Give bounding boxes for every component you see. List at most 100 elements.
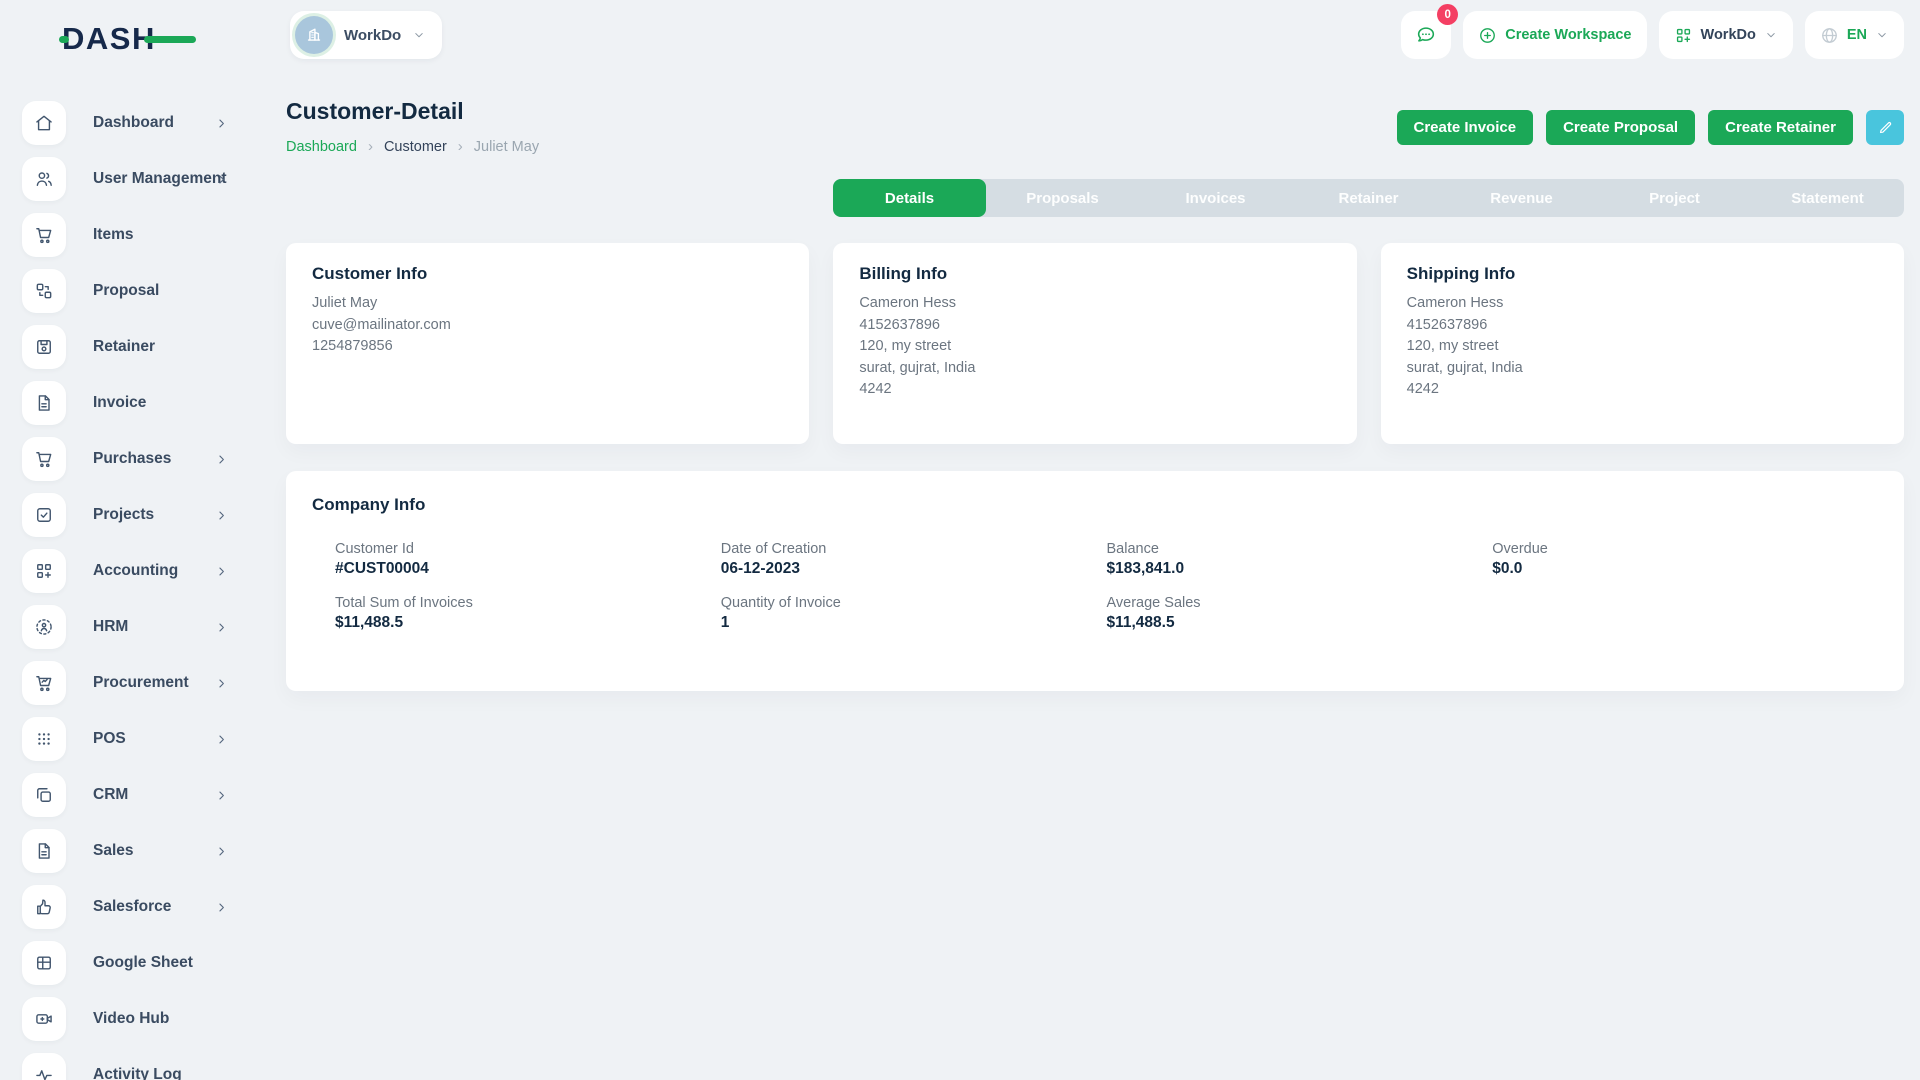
shipping-info-card: Shipping InfoCameron Hess4152637896120, … [1381, 243, 1904, 444]
sidebar-item-retainer[interactable]: Retainer [0, 319, 260, 375]
sidebar-item-accounting[interactable]: Accounting [0, 543, 260, 599]
sidebar-item-activity-log[interactable]: Activity Log [0, 1047, 260, 1080]
customer-info-card: Customer InfoJuliet Maycuve@mailinator.c… [286, 243, 809, 444]
sidebar-item-pos[interactable]: POS [0, 711, 260, 767]
sidebar-item-sales[interactable]: Sales [0, 823, 260, 879]
sidebar-item-label: Activity Log [93, 1066, 182, 1080]
sidebar-item-items[interactable]: Items [0, 207, 260, 263]
field-label: Total Sum of Invoices [335, 595, 721, 611]
company-field-quantity-of-invoice: Quantity of Invoice1 [721, 595, 1107, 632]
sidebar-item-label: Projects [93, 506, 154, 524]
create-retainer-button[interactable]: Create Retainer [1708, 110, 1853, 145]
tab-statement[interactable]: Statement [1751, 179, 1904, 217]
company-field-total-sum-of-invoices: Total Sum of Invoices $11,488.5 [335, 595, 721, 632]
person-dashed-icon [22, 605, 66, 649]
chevron-right-icon [214, 508, 229, 523]
sidebar-item-dashboard[interactable]: Dashboard [0, 95, 260, 151]
sidebar-item-label: HRM [93, 618, 128, 636]
sidebar-item-hrm[interactable]: HRM [0, 599, 260, 655]
sidebar-item-invoice[interactable]: Invoice [0, 375, 260, 431]
tab-details[interactable]: Details [833, 179, 986, 217]
chevron-down-icon [1764, 28, 1778, 42]
sidebar-item-user-management[interactable]: User Management [0, 151, 260, 207]
breadcrumb-item-dashboard[interactable]: Dashboard [286, 139, 357, 155]
chevron-right-icon [214, 116, 229, 131]
sidebar-item-projects[interactable]: Projects [0, 487, 260, 543]
company-info-card: Company Info Customer Id#CUST00004Date o… [286, 471, 1904, 691]
company-field-date-of-creation: Date of Creation06-12-2023 [721, 541, 1107, 578]
field-value: 1 [721, 614, 1107, 632]
tab-invoices[interactable]: Invoices [1139, 179, 1292, 217]
field-value: $11,488.5 [335, 614, 721, 632]
sidebar-item-label: Google Sheet [93, 954, 193, 972]
chevron-right-icon [214, 844, 229, 859]
tab-project[interactable]: Project [1598, 179, 1751, 217]
card-line: Cameron Hess [859, 293, 1330, 315]
sidebar-item-label: Invoice [93, 394, 146, 412]
sidebar-item-crm[interactable]: CRM [0, 767, 260, 823]
card-line: cuve@mailinator.com [312, 315, 783, 337]
copy-icon [22, 773, 66, 817]
sidebar-nav: DashboardUser ManagementItemsProposalRet… [0, 70, 260, 1080]
home-icon [22, 101, 66, 145]
company-info-fields: Customer Id#CUST00004Date of Creation06-… [312, 541, 1878, 632]
card-lines: Juliet Maycuve@mailinator.com1254879856 [312, 293, 783, 358]
sidebar-item-google-sheet[interactable]: Google Sheet [0, 935, 260, 991]
page-title: Customer-Detail [286, 98, 539, 125]
language-selector[interactable]: EN [1805, 11, 1904, 59]
page-title-block: Customer-Detail Dashboard›Customer›Julie… [286, 98, 539, 155]
sidebar-item-video-hub[interactable]: Video Hub [0, 991, 260, 1047]
breadcrumb-item-customer[interactable]: Customer [384, 139, 447, 155]
page-actions: Create Invoice Create Proposal Create Reta… [1397, 110, 1904, 145]
tab-proposals[interactable]: Proposals [986, 179, 1139, 217]
company-field-average-sales: Average Sales $11,488.5 [1107, 595, 1493, 632]
chat-icon [1415, 24, 1437, 46]
sidebar-item-proposal[interactable]: Proposal [0, 263, 260, 319]
sidebar-item-salesforce[interactable]: Salesforce [0, 879, 260, 935]
create-proposal-button[interactable]: Create Proposal [1546, 110, 1695, 145]
workdo-menu-button[interactable]: WorkDo [1659, 11, 1793, 59]
file-icon [22, 829, 66, 873]
card-line: 4152637896 [1407, 315, 1878, 337]
card-lines: Cameron Hess4152637896120, my streetsura… [1407, 293, 1878, 401]
dots-grid-icon [22, 717, 66, 761]
chevron-down-icon [1875, 28, 1889, 42]
breadcrumb: Dashboard›Customer›Juliet May [286, 138, 539, 155]
field-label: Customer Id [335, 541, 721, 557]
edit-customer-button[interactable] [1866, 110, 1904, 145]
users-icon [22, 157, 66, 201]
sidebar-item-procurement[interactable]: Procurement [0, 655, 260, 711]
chevron-right-icon [214, 172, 229, 187]
plus-circle-icon [1478, 26, 1497, 45]
page-header: Customer-Detail Dashboard›Customer›Julie… [286, 98, 1904, 155]
pencil-icon [1877, 119, 1894, 136]
brand-logo[interactable]: DASH [62, 19, 202, 59]
tab-retainer[interactable]: Retainer [1292, 179, 1445, 217]
breadcrumb-separator: › [458, 138, 463, 155]
sidebar-item-label: Sales [93, 842, 134, 860]
sidebar-item-label: Procurement [93, 674, 189, 692]
topbar-right-cluster: 0 Create Workspace WorkDo EN [1401, 11, 1904, 59]
sidebar-item-label: Video Hub [93, 1010, 169, 1028]
sidebar-item-purchases[interactable]: Purchases [0, 431, 260, 487]
card-line: 120, my street [1407, 336, 1878, 358]
swap-grid-icon [22, 269, 66, 313]
company-info-title: Company Info [312, 495, 1878, 515]
detail-tabs: DetailsProposalsInvoicesRetainerRevenueP… [833, 179, 1904, 217]
create-invoice-button[interactable]: Create Invoice [1397, 110, 1534, 145]
topbar: DASH WorkDo 0 Create Workspace WorkDo [0, 0, 1920, 70]
card-line: 1254879856 [312, 336, 783, 358]
field-label: Average Sales [1107, 595, 1493, 611]
tab-revenue[interactable]: Revenue [1445, 179, 1598, 217]
card-line: surat, gujrat, India [859, 358, 1330, 380]
messenger-button[interactable]: 0 [1401, 11, 1451, 59]
cart-icon [22, 437, 66, 481]
create-workspace-button[interactable]: Create Workspace [1463, 11, 1646, 59]
sidebar-item-label: Purchases [93, 450, 171, 468]
workspace-selector[interactable]: WorkDo [290, 11, 442, 59]
main-content: Customer-Detail Dashboard › Customer › Julie… [286, 70, 1904, 691]
field-value: $11,488.5 [1107, 614, 1493, 632]
card-title: Billing Info [859, 264, 1330, 284]
check-square-icon [22, 493, 66, 537]
breadcrumb-separator: › [368, 138, 373, 155]
